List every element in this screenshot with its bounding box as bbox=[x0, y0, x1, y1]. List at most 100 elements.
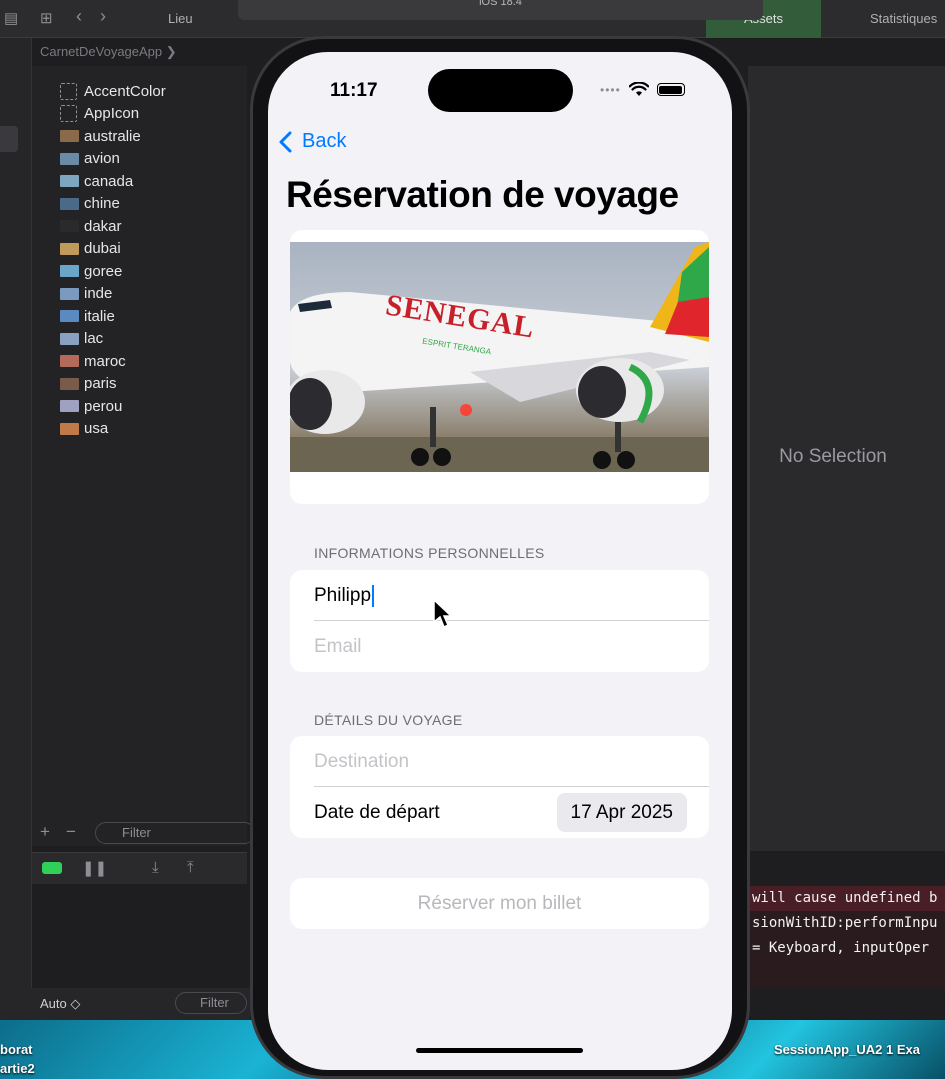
image-thumbnail-icon bbox=[60, 422, 79, 435]
asset-item-label: chine bbox=[84, 195, 120, 212]
asset-item[interactable]: lac bbox=[60, 328, 103, 350]
remove-icon[interactable]: − bbox=[66, 822, 76, 842]
step-into-icon[interactable]: ⤓ bbox=[152, 859, 159, 876]
image-thumbnail-icon bbox=[60, 220, 79, 232]
personal-info-card: Philipp Email bbox=[290, 570, 709, 672]
asset-item-label: usa bbox=[84, 420, 109, 437]
section-header-trip: DÉTAILS DU VOYAGE bbox=[314, 712, 463, 728]
debug-bar: ❚❚ ⤓ ⤒ bbox=[32, 852, 247, 884]
asset-item-label: AppIcon bbox=[84, 105, 140, 122]
wifi-icon bbox=[628, 82, 649, 96]
email-placeholder: Email bbox=[314, 635, 362, 657]
home-indicator[interactable] bbox=[416, 1048, 583, 1053]
signal-icon: •••• bbox=[600, 82, 621, 97]
console-output: will cause undefined b sionWithID:perfor… bbox=[748, 886, 945, 988]
navigator-bottom-bar: + − Filter bbox=[32, 818, 255, 850]
dock-label[interactable]: artie2 bbox=[0, 1059, 35, 1078]
asset-item-label: inde bbox=[84, 285, 113, 302]
asset-item[interactable]: dakar bbox=[60, 215, 122, 237]
auto-selector[interactable]: Auto ◇ bbox=[40, 996, 80, 1012]
console-line: will cause undefined b bbox=[748, 886, 945, 911]
date-label: Date de départ bbox=[314, 801, 440, 823]
nav-forward-icon[interactable]: › bbox=[100, 6, 106, 27]
breadcrumb[interactable]: CarnetDeVoyageApp ❯ bbox=[32, 40, 252, 64]
image-thumbnail-icon bbox=[60, 400, 79, 412]
text-caret bbox=[372, 584, 375, 607]
image-thumbnail-icon bbox=[60, 175, 79, 187]
reserve-button[interactable]: Réserver mon billet bbox=[290, 878, 709, 929]
nav-back-icon[interactable]: ‹ bbox=[76, 6, 82, 27]
email-field[interactable]: Email bbox=[290, 621, 709, 672]
asset-item[interactable]: maroc bbox=[60, 350, 126, 372]
asset-item[interactable]: usa bbox=[60, 418, 108, 440]
image-thumbnail-icon bbox=[60, 152, 79, 165]
page-title: Réservation de voyage bbox=[286, 174, 679, 215]
asset-item[interactable]: inde bbox=[60, 283, 112, 305]
left-rail bbox=[0, 38, 32, 1038]
asset-item-label: avion bbox=[84, 150, 120, 167]
image-thumbnail-icon bbox=[60, 265, 79, 277]
image-thumbnail-icon bbox=[60, 332, 79, 345]
rail-selection[interactable] bbox=[0, 126, 18, 152]
mouse-pointer-icon bbox=[433, 598, 452, 629]
console-line: sionWithID:performInpu bbox=[752, 915, 938, 931]
destination-field[interactable]: Destination bbox=[290, 736, 709, 787]
back-label: Back bbox=[302, 130, 347, 152]
color-set-icon bbox=[60, 82, 77, 100]
asset-item-label: italie bbox=[84, 307, 115, 325]
destination-placeholder: Destination bbox=[314, 750, 410, 772]
asset-item-label: paris bbox=[84, 375, 117, 392]
image-thumbnail-icon bbox=[60, 287, 79, 300]
asset-item-label: goree bbox=[84, 262, 123, 280]
asset-item[interactable]: paris bbox=[60, 373, 117, 395]
asset-item[interactable]: dubai bbox=[60, 238, 121, 260]
asset-item-label: canada bbox=[84, 172, 134, 190]
trip-details-card: Destination Date de départ 17 Apr 2025 bbox=[290, 736, 709, 838]
asset-item[interactable]: canada bbox=[60, 170, 133, 192]
debug-filter-input[interactable]: Filter bbox=[175, 992, 247, 1014]
step-out-icon[interactable]: ⤒ bbox=[187, 859, 194, 876]
back-button[interactable]: Back bbox=[278, 130, 346, 153]
asset-item[interactable]: perou bbox=[60, 395, 122, 417]
run-indicator-icon bbox=[42, 862, 62, 874]
date-picker-button[interactable]: 17 Apr 2025 bbox=[556, 793, 687, 832]
color-set-icon bbox=[60, 105, 77, 122]
asset-item-label: australie bbox=[84, 127, 141, 145]
status-icons: •••• bbox=[600, 82, 685, 97]
grid-icon[interactable]: ⊞ bbox=[40, 9, 53, 27]
name-field[interactable]: Philipp bbox=[290, 570, 709, 621]
battery-icon bbox=[656, 83, 685, 96]
asset-item[interactable]: avion bbox=[60, 148, 120, 170]
asset-item-label: AccentColor bbox=[84, 82, 166, 100]
asset-item-label: dubai bbox=[84, 240, 121, 257]
asset-item[interactable]: chine bbox=[60, 193, 120, 215]
no-selection-label: No Selection bbox=[779, 446, 887, 467]
dock-label[interactable]: SessionApp_UA2 1 Exa bbox=[774, 1040, 920, 1059]
asset-item[interactable]: goree bbox=[60, 260, 122, 282]
image-thumbnail-icon bbox=[60, 197, 79, 210]
asset-item[interactable]: AccentColor bbox=[60, 80, 166, 102]
asset-item[interactable]: italie bbox=[60, 305, 115, 327]
tab-statistiques[interactable]: Statistiques bbox=[850, 0, 937, 38]
simulator-label: iOS 18.4 bbox=[238, 0, 763, 20]
asset-item[interactable]: AppIcon bbox=[60, 103, 139, 125]
airplane-image: SENEGAL ESPRIT TERANGA bbox=[290, 242, 709, 472]
pause-icon[interactable]: ❚❚ bbox=[82, 859, 107, 877]
tab-lieu[interactable]: Lieu bbox=[148, 0, 193, 38]
dock-label[interactable]: borat bbox=[0, 1040, 35, 1059]
asset-item-label: maroc bbox=[84, 352, 126, 370]
image-thumbnail-icon bbox=[60, 355, 79, 367]
navigator-filter-input[interactable]: Filter bbox=[95, 822, 255, 844]
asset-item-label: perou bbox=[84, 397, 123, 415]
sidebar-toggle-icon[interactable]: ▤ bbox=[4, 9, 18, 27]
date-row: Date de départ 17 Apr 2025 bbox=[290, 787, 709, 838]
image-thumbnail-icon bbox=[60, 310, 79, 322]
section-header-personal: INFORMATIONS PERSONNELLES bbox=[314, 545, 545, 561]
asset-item-label: lac bbox=[84, 330, 104, 347]
add-icon[interactable]: + bbox=[40, 822, 50, 842]
dynamic-island bbox=[428, 69, 573, 112]
asset-item[interactable]: australie bbox=[60, 125, 141, 147]
image-thumbnail-icon bbox=[60, 242, 79, 255]
status-time: 11:17 bbox=[330, 80, 378, 101]
image-thumbnail-icon bbox=[60, 377, 79, 390]
